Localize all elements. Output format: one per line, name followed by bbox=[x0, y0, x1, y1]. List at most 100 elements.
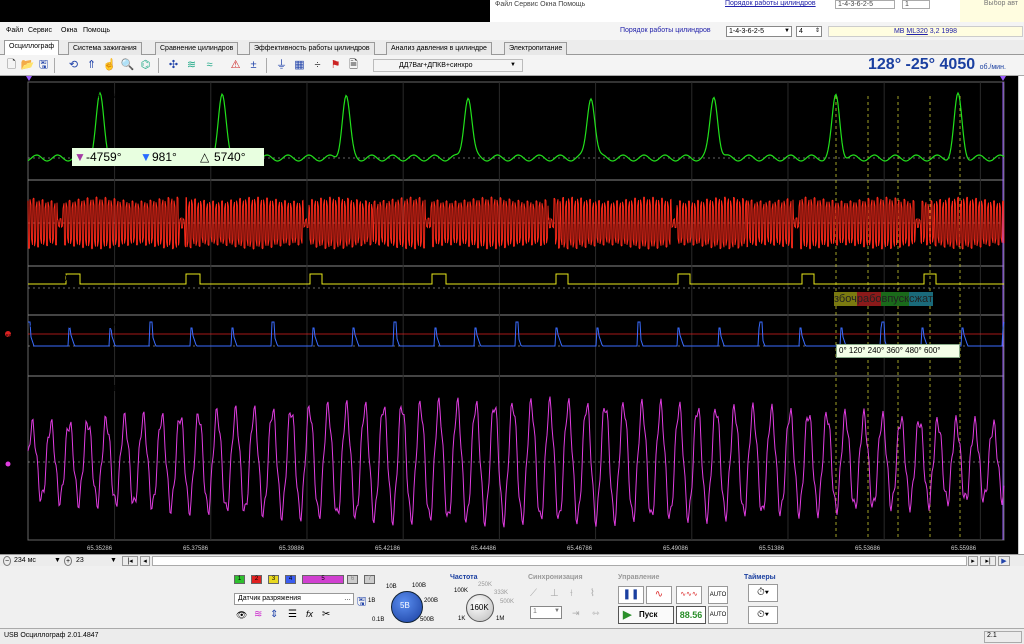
auto-button[interactable]: AUTO bbox=[708, 586, 728, 604]
wave-filter-icon[interactable]: ≈ bbox=[202, 58, 217, 73]
y-tick: -25.56 bbox=[2, 256, 17, 262]
cursor-readout[interactable]: ▼ -4759° ▼ 981° △ 5740° bbox=[72, 148, 264, 166]
channel-4-button[interactable]: 4 bbox=[285, 575, 296, 584]
sync-pulse-icon[interactable]: ⌇ bbox=[590, 588, 595, 599]
scale-icon[interactable]: ⇕ bbox=[270, 609, 278, 620]
crosshair-icon[interactable]: ✣ bbox=[166, 58, 181, 73]
sync-channel-value: 1 bbox=[533, 608, 537, 615]
menu-file[interactable]: Файл bbox=[6, 27, 23, 34]
channel-2-button[interactable]: 2 bbox=[251, 575, 262, 584]
timebase-value[interactable]: 234 мс bbox=[14, 556, 36, 566]
tab-pressure-analysis[interactable]: Анализ давления в цилиндре bbox=[386, 42, 492, 55]
new-file-icon[interactable]: 🗋 bbox=[4, 58, 19, 73]
cursor-a-handle[interactable] bbox=[26, 76, 32, 81]
function-icon[interactable]: fx bbox=[306, 609, 313, 619]
frame-count[interactable]: 23 bbox=[76, 556, 84, 566]
y-tick: 2.50 bbox=[2, 334, 12, 340]
y-tick: 0.67 bbox=[2, 145, 12, 151]
start-button[interactable]: ▶ Пуск bbox=[618, 606, 674, 624]
save-sensor-icon[interactable]: 🖫 bbox=[357, 593, 366, 612]
cylinder-spinner[interactable]: 4 ⇕ bbox=[796, 26, 822, 37]
channel-3-button[interactable]: 3 bbox=[268, 575, 279, 584]
preset-select[interactable]: ДД7Bar+ДПКВ+синхро ▼ bbox=[373, 59, 523, 72]
bg-cyl-select: 1 bbox=[902, 0, 930, 9]
x-tick: 65.51386 bbox=[759, 546, 785, 552]
x-tick: 65.55986 bbox=[951, 546, 977, 552]
timebase-bar: − 234 мс ▼ + 23 ▼ |◂ ◂ ▸ ▸| ▶ bbox=[0, 554, 1024, 566]
wave-compare-icon[interactable]: ≋ bbox=[184, 58, 199, 73]
wave-style-icon[interactable]: ≋ bbox=[254, 609, 262, 620]
first-frame-icon[interactable]: |◂ bbox=[122, 556, 138, 566]
loop-icon[interactable]: ⟲ bbox=[66, 58, 81, 73]
marker-flag-icon[interactable]: ⚑ bbox=[328, 58, 343, 73]
channel-1-label: 1 Датчик давления в цилиндре (Bar) bbox=[30, 91, 165, 100]
chevron-down-icon[interactable]: ▼ bbox=[110, 556, 117, 566]
open-folder-icon[interactable]: 📂 bbox=[20, 58, 35, 73]
table-icon[interactable]: ▦ bbox=[292, 58, 307, 73]
pause-button[interactable]: ❚❚ bbox=[618, 586, 644, 604]
tree-filter-icon[interactable]: ⌬ bbox=[138, 58, 153, 73]
toolbar: 🗋 📂 🖫 ⟲ ⇑ ☝ 🔍 ⌬ ✣ ≋ ≈ ⚠ ± ⏚ ▦ ÷ ⚑ 🗎 ДД7B… bbox=[0, 55, 1024, 76]
sync-rise-icon[interactable]: ⟋ bbox=[530, 588, 537, 599]
firing-order-value: 1-4-3-6-2-5 bbox=[729, 28, 765, 35]
prev-frame-icon[interactable]: ◂ bbox=[140, 556, 150, 566]
auto-sync-button[interactable]: AUTO bbox=[708, 606, 728, 624]
tab-cylinder-compare[interactable]: Сравнение цилиндров bbox=[155, 42, 239, 55]
sync-channel-select[interactable]: 1 ▼ bbox=[530, 606, 562, 619]
cursor-b-handle[interactable] bbox=[1000, 76, 1006, 81]
sync-fall-icon[interactable]: ⊥ bbox=[550, 588, 559, 599]
right-scrollbar[interactable] bbox=[1018, 76, 1024, 554]
menu-help[interactable]: Помощь bbox=[83, 27, 110, 34]
last-frame-icon[interactable]: ▸| bbox=[980, 556, 996, 566]
zoom-icon[interactable]: 🔍 bbox=[120, 58, 135, 73]
tab-power[interactable]: Электропитание bbox=[504, 42, 568, 55]
firing-order-select[interactable]: 1-4-3-6-2-5 ▼ bbox=[726, 26, 792, 37]
y-tick: 3.35 bbox=[2, 116, 12, 122]
next-frame-icon[interactable]: ▸ bbox=[968, 556, 978, 566]
document-icon[interactable]: 🗎 bbox=[346, 58, 361, 73]
frequency-knob[interactable]: 160K bbox=[466, 594, 494, 622]
car-model-link[interactable]: ML320 bbox=[906, 28, 927, 35]
eye-icon[interactable]: 👁 bbox=[236, 610, 247, 621]
sync-shift-icon[interactable]: ⇿ bbox=[592, 608, 600, 619]
split-icon[interactable]: ÷ bbox=[310, 58, 325, 73]
tab-ignition[interactable]: Система зажигания bbox=[68, 42, 142, 55]
scissors-icon[interactable]: ✂ bbox=[322, 609, 330, 620]
y-tick: 0 bbox=[2, 462, 5, 468]
channel-1-button[interactable]: 1 bbox=[234, 575, 245, 584]
cursor-a-icon: ▼ bbox=[74, 150, 86, 164]
channel-6-button[interactable]: 6 bbox=[347, 575, 358, 584]
timer-1-button[interactable]: ⏱▾ bbox=[748, 584, 778, 602]
sine-mode-button[interactable]: ∿ bbox=[646, 586, 672, 604]
cursor-trigger-icon[interactable]: ⇑ bbox=[84, 58, 99, 73]
oscilloscope-area[interactable]: 1 Датчик давления в цилиндре (Bar) 2 ДПК… bbox=[0, 76, 1018, 554]
control-title: Управление bbox=[618, 574, 660, 581]
menu-windows[interactable]: Окна bbox=[61, 27, 77, 34]
hand-pan-icon[interactable]: ☝ bbox=[102, 58, 117, 73]
timebase-plus-icon[interactable]: + bbox=[64, 556, 72, 566]
sync-auto-icon[interactable]: ⟊ bbox=[570, 588, 573, 599]
lines-icon[interactable]: ☰ bbox=[288, 609, 297, 620]
ignition-icon[interactable]: ⚠ bbox=[228, 58, 243, 73]
app-window: Файл Сервис Окна Помощь Порядок работы ц… bbox=[0, 0, 1024, 644]
sync-level-icon[interactable]: ⇥ bbox=[572, 608, 580, 619]
timebase-minus-icon[interactable]: − bbox=[3, 556, 11, 566]
channel-7-button[interactable]: 7 bbox=[364, 575, 375, 584]
channel-5-marker[interactable] bbox=[5, 461, 11, 467]
play-icon[interactable]: ▶ bbox=[998, 556, 1010, 566]
menu-service[interactable]: Сервис bbox=[28, 27, 52, 34]
frequency-title: Частота bbox=[450, 574, 478, 581]
sensor-select[interactable]: Датчик разряжения… bbox=[234, 593, 354, 605]
ellipsis-icon[interactable]: … bbox=[344, 594, 351, 604]
save-icon[interactable]: 🖫 bbox=[36, 58, 51, 73]
chevron-down-icon[interactable]: ▼ bbox=[54, 556, 61, 566]
channel-5-button[interactable]: 5 bbox=[302, 575, 344, 584]
timeline-scrollbar[interactable] bbox=[152, 556, 967, 566]
timer-2-button[interactable]: ⏲▾ bbox=[748, 606, 778, 624]
tab-cylinder-efficiency[interactable]: Эффективность работы цилиндров bbox=[249, 42, 375, 55]
noise-mode-button[interactable]: ∿∿∿ bbox=[676, 586, 702, 604]
zero-level-icon[interactable]: ± bbox=[246, 58, 261, 73]
filter-icon[interactable]: ⏚ bbox=[274, 58, 289, 73]
tab-oscilloscope[interactable]: Осциллограф bbox=[4, 40, 60, 55]
voltage-knob[interactable]: 5В bbox=[391, 591, 423, 623]
